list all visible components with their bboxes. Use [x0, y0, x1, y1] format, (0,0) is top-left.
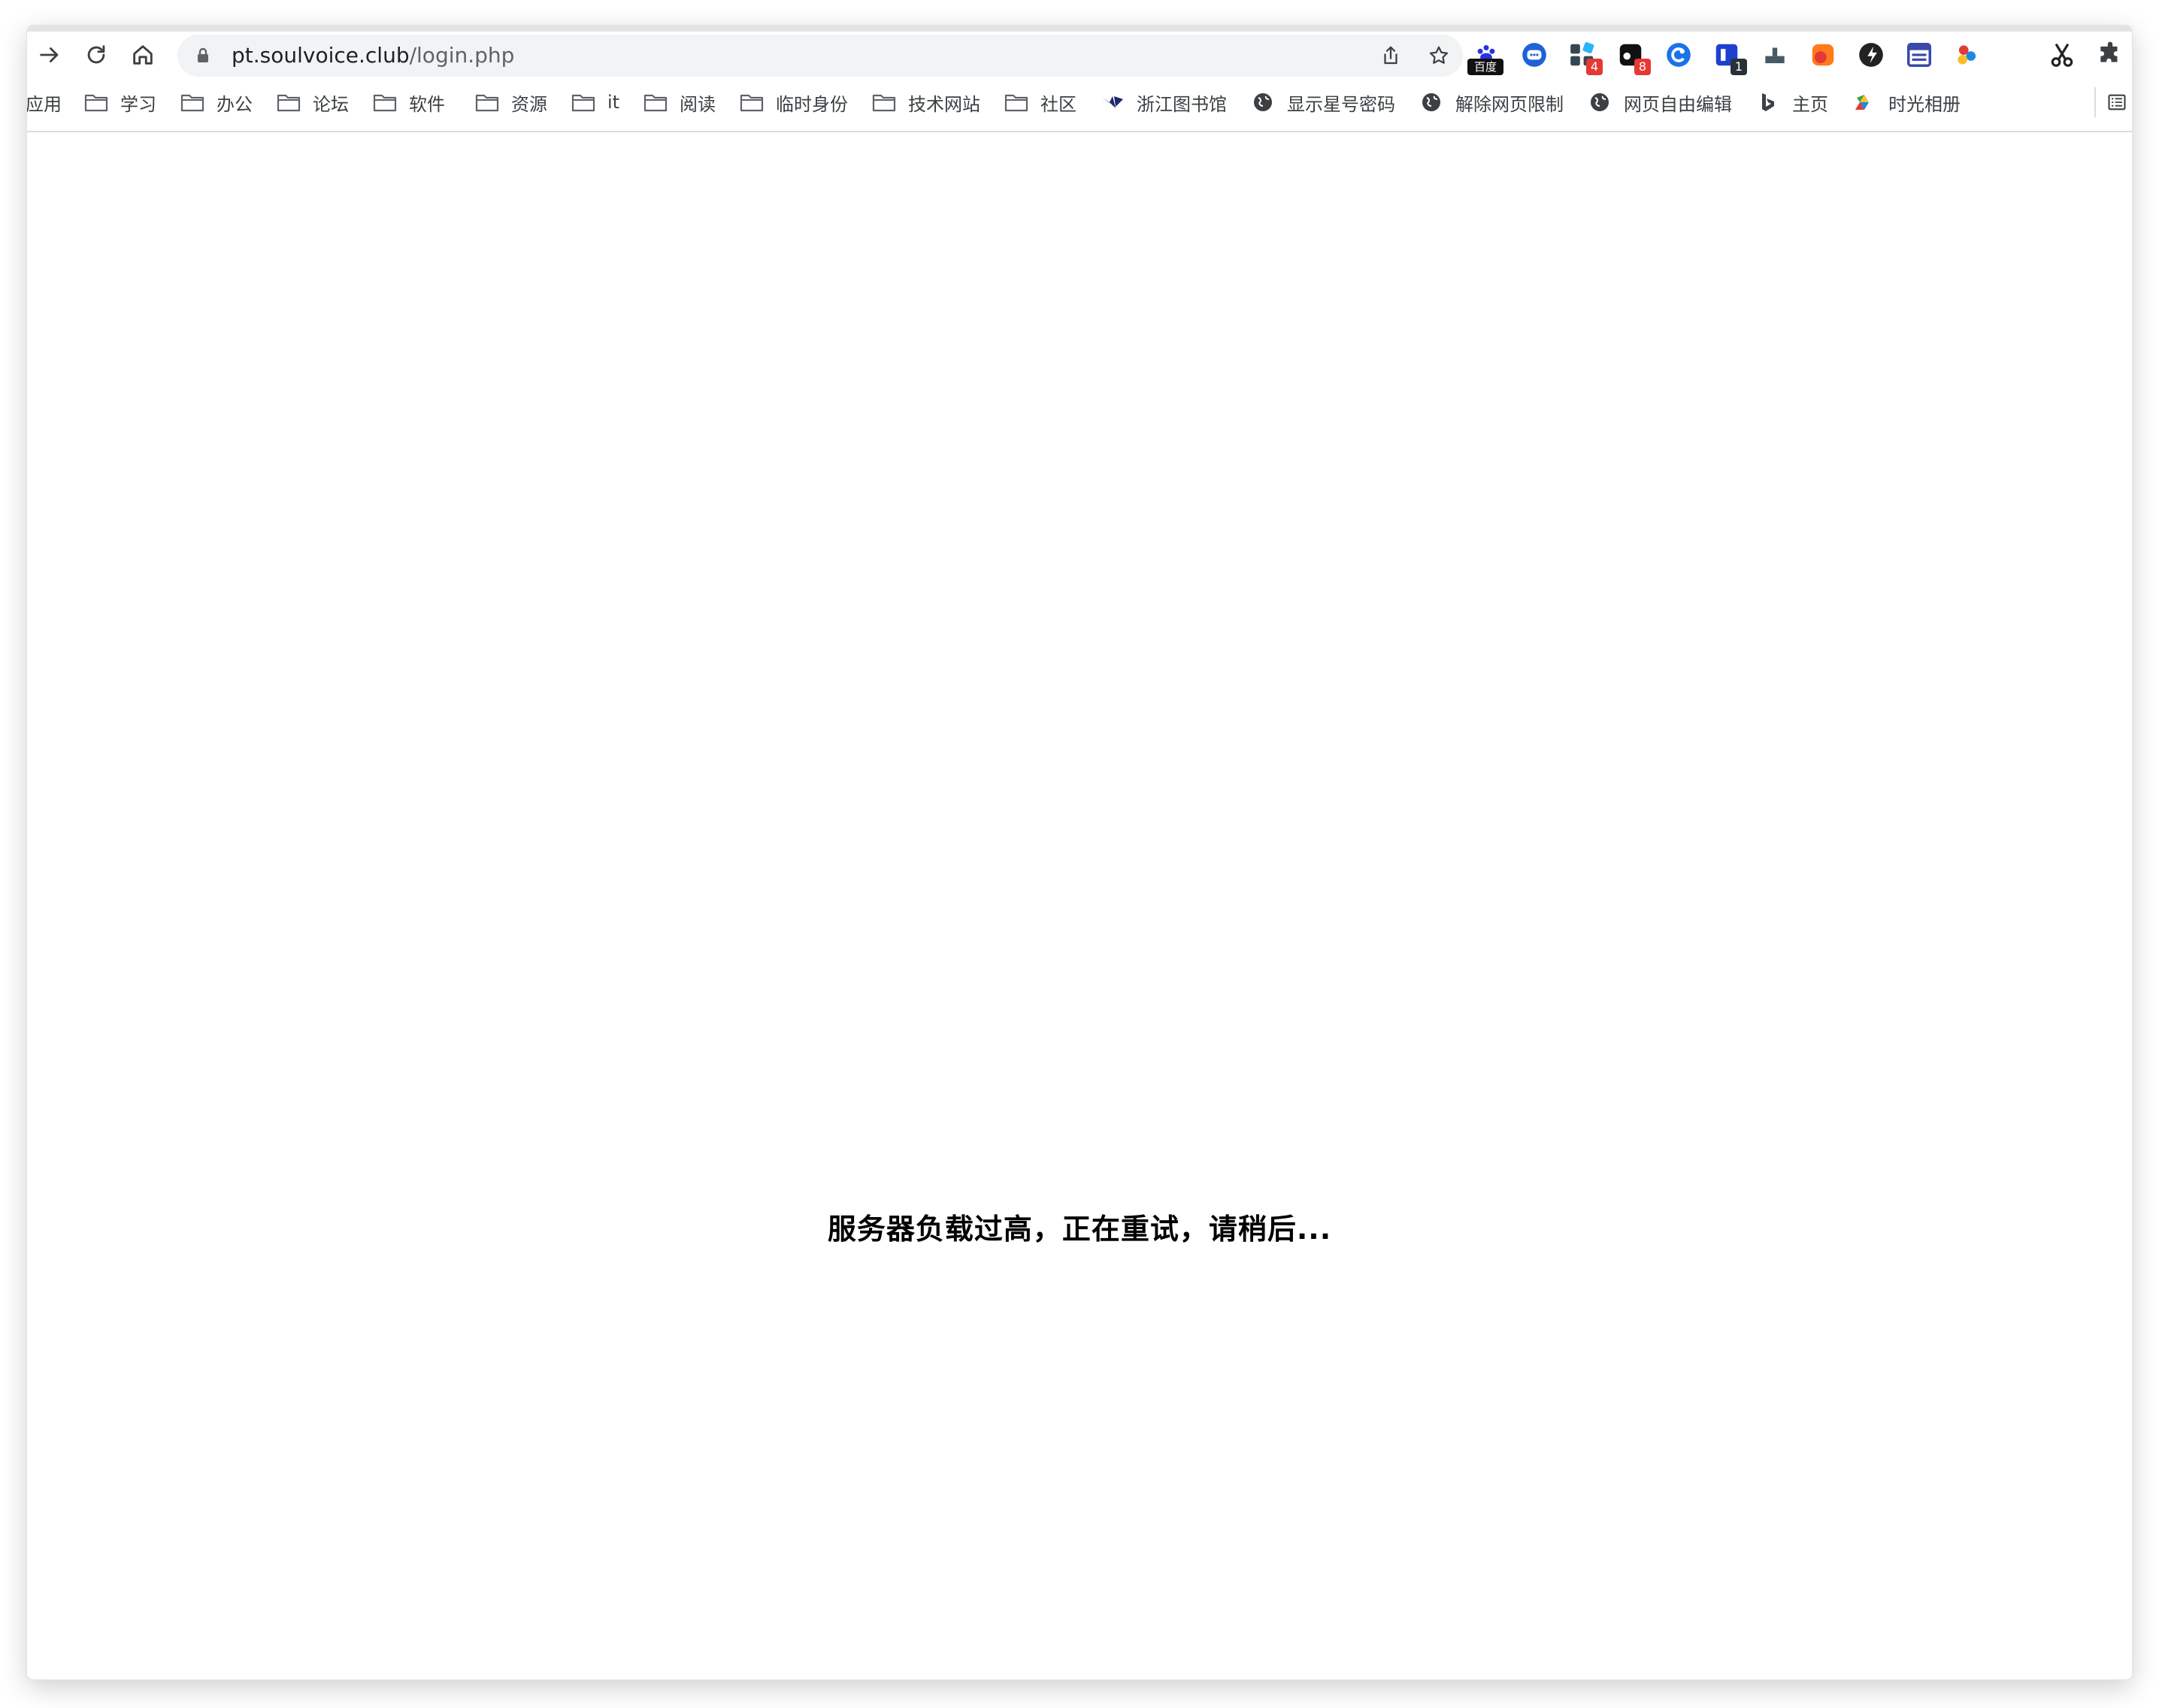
- reading-list-icon: [2108, 94, 2126, 111]
- address-bar[interactable]: pt.soulvoice.club/login.php: [177, 35, 1463, 77]
- bookmark-folder-temp-identity[interactable]: 临时身份: [740, 87, 848, 117]
- upload-tray-icon: [1765, 47, 1785, 64]
- bing-icon: [1756, 92, 1780, 113]
- bookmark-label: 时光相册: [1888, 93, 1961, 115]
- lock-icon: [198, 47, 208, 62]
- bookmark-remove-restrictions[interactable]: 解除网页限制: [1419, 87, 1564, 117]
- extension-chat[interactable]: [1519, 39, 1550, 71]
- dark-shield-icon: [1859, 43, 1883, 67]
- folder-icon: [84, 92, 108, 113]
- browser-window: pt.soulvoice.club/login.php 百度 4 8 1 应用 …: [27, 26, 2132, 1679]
- url-text[interactable]: pt.soulvoice.club/login.php: [232, 35, 514, 77]
- bookmark-homepage[interactable]: 主页: [1756, 87, 1828, 117]
- bookmark-label: 办公: [217, 93, 253, 115]
- home-button[interactable]: [125, 37, 161, 73]
- bookmark-label: 网页自由编辑: [1624, 93, 1732, 115]
- tab-strip-edge: [27, 26, 2132, 32]
- reload-icon: [87, 45, 105, 64]
- extension-badge: 4: [1586, 59, 1603, 75]
- page-content: 服务器负载过高，正在重试，请稍后...: [27, 134, 2132, 1679]
- bookmark-label: 阅读: [680, 93, 716, 115]
- bookmark-folder-reading[interactable]: 阅读: [643, 87, 716, 117]
- bookmark-show-password[interactable]: 显示星号密码: [1251, 87, 1395, 117]
- folder-icon: [740, 92, 764, 113]
- extension-color-dots[interactable]: [1952, 39, 1983, 71]
- folder-icon: [571, 92, 595, 113]
- home-icon: [133, 45, 153, 65]
- extension-upload-tray[interactable]: [1759, 39, 1791, 71]
- extension-red-orange[interactable]: [1807, 39, 1839, 71]
- share-icon: [1384, 46, 1397, 65]
- bookmark-folder-study[interactable]: 学习: [84, 87, 156, 117]
- globe-icon: [1588, 92, 1612, 113]
- bookmark-folder-tech-sites[interactable]: 技术网站: [872, 87, 980, 117]
- bookmark-label: it: [607, 92, 620, 113]
- globe-icon: [1419, 92, 1443, 113]
- extension-badge: 8: [1634, 59, 1651, 75]
- url-path: /login.php: [409, 43, 515, 68]
- extension-scissors[interactable]: [2046, 39, 2078, 71]
- extension-blue-tab[interactable]: 1: [1711, 39, 1747, 75]
- arrow-right-icon: [40, 47, 59, 62]
- bookmark-label: 资源: [511, 93, 547, 115]
- server-busy-message: 服务器负载过高，正在重试，请稍后...: [827, 1213, 1332, 1246]
- red-orange-icon: [1812, 44, 1834, 66]
- bookmark-label: 社区: [1040, 93, 1076, 115]
- extension-blue-circle[interactable]: [1663, 39, 1694, 71]
- bookmark-folder-community[interactable]: 社区: [1004, 87, 1076, 117]
- folder-icon: [373, 92, 397, 113]
- bookmark-folder-software[interactable]: 软件: [373, 87, 445, 117]
- bookmark-label: 主页: [1792, 93, 1828, 115]
- folder-icon: [277, 92, 301, 113]
- folder-icon: [1004, 92, 1028, 113]
- extension-dark-shield[interactable]: [1855, 39, 1887, 71]
- bookmark-folder-resources[interactable]: 资源: [475, 87, 547, 117]
- extension-black-square[interactable]: 8: [1615, 39, 1651, 75]
- bookmark-folder-office[interactable]: 办公: [180, 87, 253, 117]
- bookmark-page-edit[interactable]: 网页自由编辑: [1588, 87, 1732, 117]
- color-dots-icon: [1958, 45, 1976, 65]
- bookmark-label: 软件: [409, 93, 445, 115]
- bookmark-label: 显示星号密码: [1287, 93, 1395, 115]
- reading-list-button[interactable]: [2094, 87, 2127, 117]
- bookmark-photo-album[interactable]: 时光相册: [1852, 87, 1961, 117]
- bookmark-zhejiang-library[interactable]: 浙江图书馆: [1101, 87, 1227, 117]
- photos-icon: [1852, 92, 1876, 113]
- extension-apps-grid[interactable]: 4: [1567, 39, 1603, 75]
- browser-toolbar: pt.soulvoice.club/login.php 百度 4 8 1: [27, 32, 2132, 78]
- bookmarks-bar: 应用 学习 办公 论坛 软件 资源 it 阅读 临时身份 技术网站 社区 浙江图…: [27, 78, 2132, 132]
- chat-bubble-icon: [1522, 43, 1546, 67]
- bookmark-label: 应用: [27, 93, 62, 115]
- window-frame-icon: [1907, 43, 1931, 67]
- folder-icon: [872, 92, 896, 113]
- scissors-icon: [2051, 43, 2073, 67]
- share-button[interactable]: [1377, 42, 1404, 69]
- extension-baidu[interactable]: 百度: [1467, 39, 1503, 75]
- bookmark-label: 临时身份: [776, 93, 848, 115]
- bookmark-apps[interactable]: 应用: [27, 87, 62, 117]
- extension-badge: 1: [1731, 59, 1747, 75]
- folder-icon: [643, 92, 668, 113]
- folder-icon: [475, 92, 499, 113]
- bookmark-label: 解除网页限制: [1455, 93, 1564, 115]
- forward-button[interactable]: [32, 37, 68, 73]
- extensions-menu-button[interactable]: [2094, 39, 2126, 71]
- extension-window-frame[interactable]: [1903, 39, 1935, 71]
- globe-icon: [1251, 92, 1275, 113]
- folder-icon: [180, 92, 204, 113]
- puzzle-piece-icon: [2100, 41, 2118, 62]
- bookmark-star-button[interactable]: [1425, 42, 1452, 69]
- reload-button[interactable]: [78, 37, 114, 73]
- bookmark-label: 学习: [120, 93, 156, 115]
- bookmark-label: 浙江图书馆: [1137, 93, 1227, 115]
- bookmark-label: 论坛: [313, 93, 349, 115]
- bookmark-label: 技术网站: [908, 93, 980, 115]
- baidu-label: 百度: [1467, 59, 1503, 75]
- bookmark-folder-it[interactable]: it: [571, 87, 619, 117]
- bookmark-folder-forum[interactable]: 论坛: [277, 87, 349, 117]
- url-host: pt.soulvoice.club: [232, 43, 410, 68]
- blue-circle-icon: [1667, 43, 1691, 67]
- library-logo-icon: [1101, 92, 1125, 113]
- star-icon: [1429, 46, 1449, 64]
